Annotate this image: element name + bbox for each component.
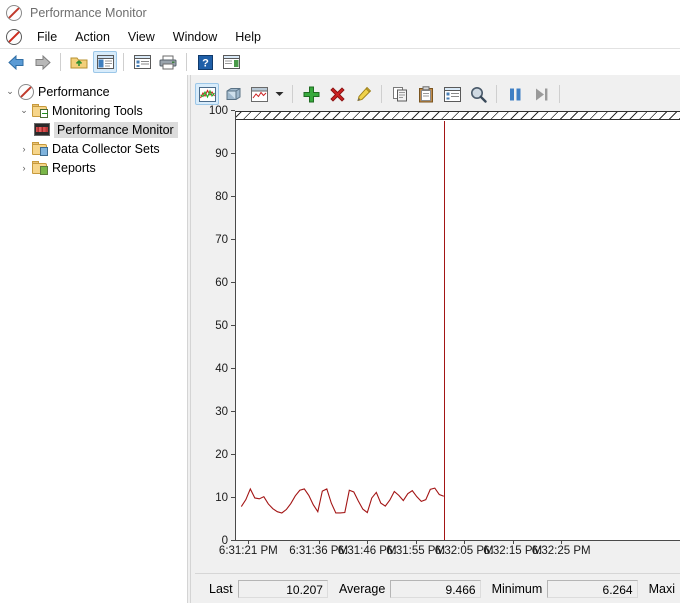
up-folder-icon[interactable] [67, 51, 91, 73]
menu-item-action[interactable]: Action [66, 28, 119, 46]
y-axis-tick: 90 [215, 148, 235, 160]
graph-container: 1009080706050403020100 6:31:21 PM6:31:36… [195, 111, 680, 569]
chevron-down-icon[interactable]: ⌄ [16, 105, 32, 116]
folder-green-icon [32, 161, 48, 175]
tree-node-data-collector-sets[interactable]: › Data Collector Sets [0, 139, 187, 158]
y-axis-tick: 100 [209, 105, 235, 117]
menu-bar: File Action View Window Help [0, 26, 680, 49]
chevron-right-icon[interactable]: › [16, 144, 32, 154]
tree-node-label: Performance Monitor [54, 122, 178, 138]
toolbar-separator [60, 53, 61, 71]
average-label: Average [339, 582, 385, 596]
toolbar-separator [292, 85, 293, 103]
tree-node-label: Reports [52, 161, 96, 175]
chart-toolbar [195, 81, 680, 107]
freeze-display-icon[interactable] [503, 83, 527, 105]
performance-monitor-pane: 1009080706050403020100 6:31:21 PM6:31:36… [191, 75, 680, 603]
folder-blue-icon [32, 142, 48, 156]
x-axis: 6:31:21 PM6:31:36 PM6:31:46 PM6:31:55 PM… [235, 541, 680, 561]
toolbar-separator [186, 53, 187, 71]
chevron-down-icon[interactable] [273, 83, 286, 105]
svg-text:?: ? [202, 57, 209, 69]
content-area: ⌄ Performance ⌄ Monitoring Tools Perform… [0, 75, 680, 603]
performance-monitor-icon [6, 5, 22, 21]
folder-chart-icon [32, 104, 48, 118]
average-value: 9.466 [390, 580, 480, 598]
window-title-bar: Performance Monitor [0, 0, 680, 26]
y-axis-tick: 40 [215, 363, 235, 375]
y-axis-tick: 20 [215, 449, 235, 461]
back-icon[interactable] [4, 51, 28, 73]
y-axis-tick: 30 [215, 406, 235, 418]
delete-counter-icon[interactable] [325, 83, 349, 105]
y-axis-tick: 80 [215, 191, 235, 203]
console-tree-panel: ⌄ Performance ⌄ Monitoring Tools Perform… [0, 75, 187, 603]
chevron-down-icon[interactable]: ⌄ [2, 86, 18, 97]
forward-icon[interactable] [30, 51, 54, 73]
y-axis-tick: 50 [215, 320, 235, 332]
current-position-cursor [444, 121, 445, 540]
tree-node-label: Performance [38, 85, 110, 99]
x-axis-tick-mark [319, 540, 320, 544]
statistics-bar: Last 10.207 Average 9.466 Minimum 6.264 … [195, 573, 680, 603]
help-icon[interactable]: ? [193, 51, 217, 73]
menu-item-help[interactable]: Help [226, 28, 270, 46]
performance-monitor-icon [18, 84, 34, 100]
view-line-graph-icon[interactable] [195, 83, 219, 105]
tree-node-label: Data Collector Sets [52, 142, 160, 156]
toolbar-separator [496, 85, 497, 103]
copy-properties-icon[interactable] [388, 83, 412, 105]
last-value: 10.207 [238, 580, 328, 598]
main-toolbar: ? [0, 49, 680, 76]
view-report-icon[interactable] [247, 83, 271, 105]
tree-node-reports[interactable]: › Reports [0, 158, 187, 177]
counter-line-series [236, 111, 680, 540]
y-axis-tick: 60 [215, 277, 235, 289]
x-axis-tick-mark [464, 540, 465, 544]
tree-node-performance-monitor[interactable]: Performance Monitor [0, 120, 187, 139]
view-histogram-icon[interactable] [221, 83, 245, 105]
perfmon-graph-icon [34, 123, 50, 136]
tree-node-performance[interactable]: ⌄ Performance [0, 82, 187, 101]
print-icon[interactable] [156, 51, 180, 73]
minimum-value: 6.264 [547, 580, 637, 598]
x-axis-tick-label: 6:32:25 PM [532, 545, 591, 557]
x-axis-tick-mark [561, 540, 562, 544]
graph-plot-area[interactable] [235, 111, 680, 541]
tree-node-label: Monitoring Tools [52, 104, 143, 118]
minimum-label: Minimum [492, 582, 543, 596]
properties-icon[interactable] [130, 51, 154, 73]
zoom-icon[interactable] [466, 83, 490, 105]
add-counter-icon[interactable] [299, 83, 323, 105]
maximum-label: Maxi [649, 582, 675, 596]
menu-item-window[interactable]: Window [164, 28, 226, 46]
x-axis-tick-mark [513, 540, 514, 544]
y-axis-tick: 10 [215, 492, 235, 504]
y-axis-tick: 70 [215, 234, 235, 246]
system-menu-icon[interactable] [6, 29, 22, 45]
x-axis-tick-label: 6:31:21 PM [219, 545, 278, 557]
paste-counter-list-icon[interactable] [414, 83, 438, 105]
y-axis: 1009080706050403020100 [195, 111, 235, 541]
toolbar-separator [123, 53, 124, 71]
x-axis-tick-mark [367, 540, 368, 544]
x-axis-tick-mark [248, 540, 249, 544]
toolbar-separator [559, 85, 560, 103]
x-axis-tick-mark [416, 540, 417, 544]
last-label: Last [209, 582, 233, 596]
toolbar-separator [381, 85, 382, 103]
chevron-right-icon[interactable]: › [16, 163, 32, 173]
properties-icon[interactable] [440, 83, 464, 105]
update-data-icon[interactable] [529, 83, 553, 105]
show-console-tree-icon[interactable] [93, 51, 117, 73]
menu-item-view[interactable]: View [119, 28, 164, 46]
menu-item-file[interactable]: File [28, 28, 66, 46]
tree-node-monitoring-tools[interactable]: ⌄ Monitoring Tools [0, 101, 187, 120]
highlight-icon[interactable] [351, 83, 375, 105]
show-action-pane-icon[interactable] [219, 51, 243, 73]
window-title: Performance Monitor [30, 6, 147, 20]
